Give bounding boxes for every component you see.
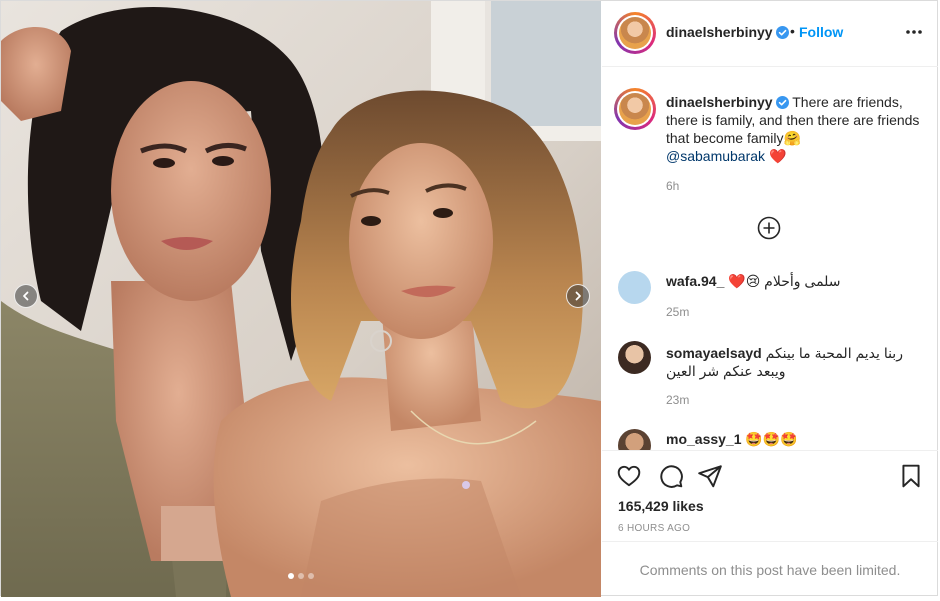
- post-media[interactable]: [1, 1, 601, 597]
- carousel-dot: [288, 573, 294, 579]
- comment-text: 🤩🤩🤩: [745, 431, 798, 447]
- verified-badge-icon: [775, 26, 789, 39]
- caption-mention[interactable]: @sabamubarak: [666, 148, 765, 164]
- carousel-prev-button[interactable]: [14, 284, 38, 308]
- post-caption: dinaelsherbinyy There are friends, there…: [666, 93, 928, 165]
- comment-time[interactable]: 23m: [666, 393, 689, 407]
- comment-icon[interactable]: [658, 463, 684, 489]
- comment-username[interactable]: wafa.94_: [666, 273, 724, 289]
- comment-username[interactable]: somayaelsayd: [666, 345, 762, 361]
- header-username[interactable]: dinaelsherbinyy: [666, 24, 789, 40]
- chevron-right-icon: [575, 291, 581, 301]
- comment-avatar[interactable]: [618, 341, 651, 374]
- carousel-indicator: [1, 573, 601, 579]
- avatar[interactable]: [614, 12, 656, 54]
- share-icon[interactable]: [697, 463, 723, 489]
- comments-limited-notice: Comments on this post have been limited.: [602, 541, 938, 597]
- comment-text: سلمى وأحلام 😢❤️: [728, 273, 841, 289]
- more-options-icon[interactable]: [904, 24, 924, 40]
- post-timestamp[interactable]: 6 HOURS AGO: [618, 523, 690, 534]
- header-separator: •: [790, 23, 795, 39]
- comment-item: wafa.94_ سلمى وأحلام 😢❤️: [666, 272, 928, 290]
- caption-heart: ❤️: [768, 148, 787, 164]
- post-header: dinaelsherbinyy • Follow: [602, 1, 938, 67]
- caption-time[interactable]: 6h: [666, 179, 679, 193]
- carousel-next-button[interactable]: [566, 284, 590, 308]
- post-actions: 165,429 likes 6 HOURS AGO Comments on th…: [602, 450, 938, 597]
- caption-username[interactable]: dinaelsherbinyy: [666, 94, 773, 110]
- comment-item: mo_assy_1 🤩🤩🤩: [666, 430, 928, 448]
- comment-username[interactable]: mo_assy_1: [666, 431, 742, 447]
- chevron-left-icon: [23, 291, 29, 301]
- post-photo: [1, 1, 601, 597]
- comment-avatar[interactable]: [618, 271, 651, 304]
- instagram-post: dinaelsherbinyy • Follow dinaelsherbinyy…: [0, 0, 938, 597]
- heart-icon[interactable]: [616, 463, 642, 489]
- comment-item: somayaelsayd ربنا يديم المحبة ما بينكم و…: [666, 344, 928, 380]
- bookmark-icon[interactable]: [898, 463, 924, 489]
- load-more-comments-icon[interactable]: [757, 216, 781, 240]
- likes-count[interactable]: 165,429 likes: [618, 498, 704, 514]
- follow-button[interactable]: Follow: [799, 24, 843, 40]
- header-username-text[interactable]: dinaelsherbinyy: [666, 24, 773, 40]
- comments-limited-text: Comments on this post have been limited.: [639, 561, 901, 578]
- carousel-dot: [298, 573, 304, 579]
- carousel-dot: [308, 573, 314, 579]
- comments-section[interactable]: dinaelsherbinyy There are friends, there…: [602, 68, 938, 450]
- post-side-panel: dinaelsherbinyy • Follow dinaelsherbinyy…: [602, 1, 938, 597]
- comment-time[interactable]: 25m: [666, 305, 689, 319]
- caption-avatar[interactable]: [614, 88, 656, 130]
- verified-badge-icon: [775, 96, 789, 109]
- comment-avatar[interactable]: [618, 429, 651, 450]
